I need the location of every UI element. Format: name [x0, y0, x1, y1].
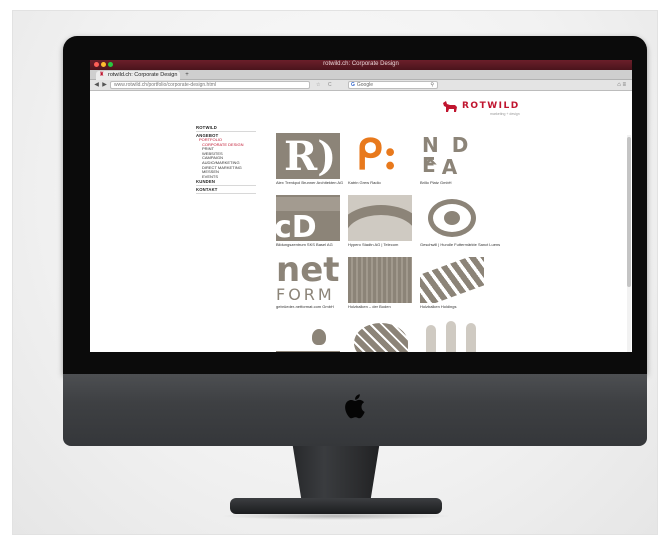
- window-titlebar: rotwild.ch: Corporate Design: [90, 60, 632, 70]
- google-icon: G: [351, 82, 355, 88]
- thumbnail-artwork: [348, 205, 412, 241]
- home-icon[interactable]: ⌂: [617, 82, 621, 88]
- brand-tagline: marketing + design: [490, 112, 520, 116]
- portfolio-thumbnail[interactable]: R): [276, 133, 340, 179]
- portfolio-tile[interactable]: R) Alex Trenkpol Brunner Architekten AG: [276, 133, 343, 186]
- portfolio-thumbnail[interactable]: ᑭ:: [348, 133, 412, 179]
- thumbnail-artwork: [276, 197, 340, 211]
- stag-icon: [443, 101, 457, 112]
- rotwild-logo[interactable]: ROTWILD marketing + design: [442, 101, 520, 116]
- portfolio-caption[interactable]: Katrin Grew Radio: [348, 180, 412, 186]
- thumbnail-artwork: [446, 321, 456, 352]
- address-bar[interactable]: www.rotwild.ch/portfolio/corporate-desig…: [110, 81, 310, 89]
- vertical-scrollbar[interactable]: [627, 135, 631, 352]
- portfolio-caption[interactable]: Holzbalken – der Boden: [348, 304, 412, 310]
- portfolio-thumbnail[interactable]: [276, 319, 340, 352]
- portfolio-tile[interactable]: net FORM gebrüeder-netformat.com GmbH: [276, 257, 340, 310]
- web-page: ROTWILD marketing + design ROTWILD ANGEBO…: [90, 91, 632, 352]
- portfolio-tile[interactable]: Hypero Stadtn AG | Telecom: [348, 195, 412, 248]
- sidebar-item-kontakt[interactable]: KONTAKT: [196, 187, 256, 195]
- thumbnail-artwork: ᑭ:: [356, 133, 398, 179]
- portfolio-thumbnail[interactable]: [348, 195, 412, 241]
- portfolio-thumbnail[interactable]: [420, 195, 484, 241]
- navigation-toolbar: ◀ ▶ www.rotwild.ch/portfolio/corporate-d…: [90, 80, 632, 91]
- thumbnail-artwork: net: [276, 257, 340, 290]
- search-input[interactable]: G Google ⚲: [348, 81, 438, 89]
- portfolio-thumbnail[interactable]: N D E^A D E: [420, 133, 484, 179]
- portfolio-tile[interactable]: [276, 319, 340, 352]
- portfolio-tile[interactable]: Geschwill | Hundle Futtermärkte Sanct Lu…: [420, 195, 500, 248]
- sidebar-item-rotwild[interactable]: ROTWILD: [196, 125, 256, 132]
- thumbnail-artwork: [276, 351, 340, 352]
- portfolio-caption[interactable]: gebrüeder-netformat.com GmbH: [276, 304, 340, 310]
- portfolio-caption[interactable]: Hypero Stadtn AG | Telecom: [348, 242, 412, 248]
- portfolio-thumbnail[interactable]: net FORM: [276, 257, 340, 303]
- search-icon[interactable]: ⚲: [430, 82, 434, 89]
- thumbnail-artwork: [444, 211, 460, 225]
- portfolio-caption[interactable]: Holzbalken Holdings: [420, 304, 484, 310]
- portfolio-tile[interactable]: cD Bildungszentrum SKS Basel AG: [276, 195, 340, 248]
- thumbnail-artwork: FORM: [276, 285, 335, 303]
- portfolio-tile[interactable]: [420, 319, 484, 352]
- thumbnail-artwork: [426, 325, 436, 352]
- thumbnail-artwork: [276, 319, 340, 352]
- portfolio-caption[interactable]: Bildungszentrum SKS Basel AG: [276, 242, 340, 248]
- portfolio-caption[interactable]: Alex Trenkpol Brunner Architekten AG: [276, 180, 343, 186]
- forward-button[interactable]: ▶: [101, 81, 108, 89]
- thumbnail-artwork: [312, 329, 326, 345]
- thumbnail-artwork: [348, 257, 412, 303]
- thumbnail-artwork: R): [284, 133, 337, 179]
- portfolio-caption[interactable]: Brillo Platz GmbH: [420, 180, 484, 186]
- apple-logo-icon: [345, 394, 365, 419]
- sidebar-navigation: ROTWILD ANGEBOT PORTFOLIO CORPORATE DESIGN P…: [196, 125, 256, 195]
- search-placeholder: Google: [356, 82, 374, 88]
- new-tab-button[interactable]: +: [183, 72, 191, 79]
- portfolio-thumbnail[interactable]: [348, 257, 412, 303]
- sidebar-item-kunden[interactable]: KUNDEN: [196, 179, 256, 187]
- portfolio-tile[interactable]: Holzbalken Holdings: [420, 257, 484, 310]
- tab-bar: ♜ rotwild.ch: Corporate Design +: [90, 70, 632, 80]
- thumbnail-artwork: [466, 323, 476, 352]
- bookmark-star-icon[interactable]: ☆: [316, 81, 320, 89]
- menu-icon[interactable]: ≡: [622, 82, 626, 88]
- thumbnail-artwork: cD: [276, 210, 317, 242]
- monitor-base: [230, 498, 442, 514]
- screen-display: rotwild.ch: Corporate Design ♜ rotwild.c…: [90, 60, 632, 352]
- thumbnail-artwork: ^A D E: [422, 155, 465, 179]
- portfolio-tile[interactable]: ᑭ: Katrin Grew Radio: [348, 133, 412, 186]
- toolbar-right-icons: ⌂ ≡: [617, 81, 626, 89]
- portfolio-thumbnail[interactable]: [420, 257, 484, 303]
- rotwild-favicon-icon: ♜: [99, 72, 105, 78]
- tab-label: rotwild.ch: Corporate Design: [108, 72, 178, 78]
- portfolio-tile[interactable]: [348, 319, 412, 352]
- portfolio-tile[interactable]: N D E^A D EBrillo Platz GmbH: [420, 133, 484, 186]
- reload-button[interactable]: C: [328, 81, 332, 89]
- monitor-chin: [63, 374, 647, 446]
- back-button[interactable]: ◀: [93, 81, 100, 89]
- brand-name: ROTWILD: [462, 101, 520, 111]
- portfolio-thumbnail[interactable]: cD: [276, 195, 340, 241]
- window-title: rotwild.ch: Corporate Design: [323, 61, 399, 67]
- portfolio-thumbnail[interactable]: [348, 319, 412, 352]
- portfolio-caption[interactable]: Geschwill | Hundle Futtermärkte Sanct Lu…: [420, 242, 500, 248]
- scrollbar-thumb[interactable]: [627, 137, 631, 287]
- portfolio-thumbnail[interactable]: [420, 319, 484, 352]
- portfolio-tile[interactable]: Holzbalken – der Boden: [348, 257, 412, 310]
- tab-rotwild[interactable]: ♜ rotwild.ch: Corporate Design: [96, 71, 180, 80]
